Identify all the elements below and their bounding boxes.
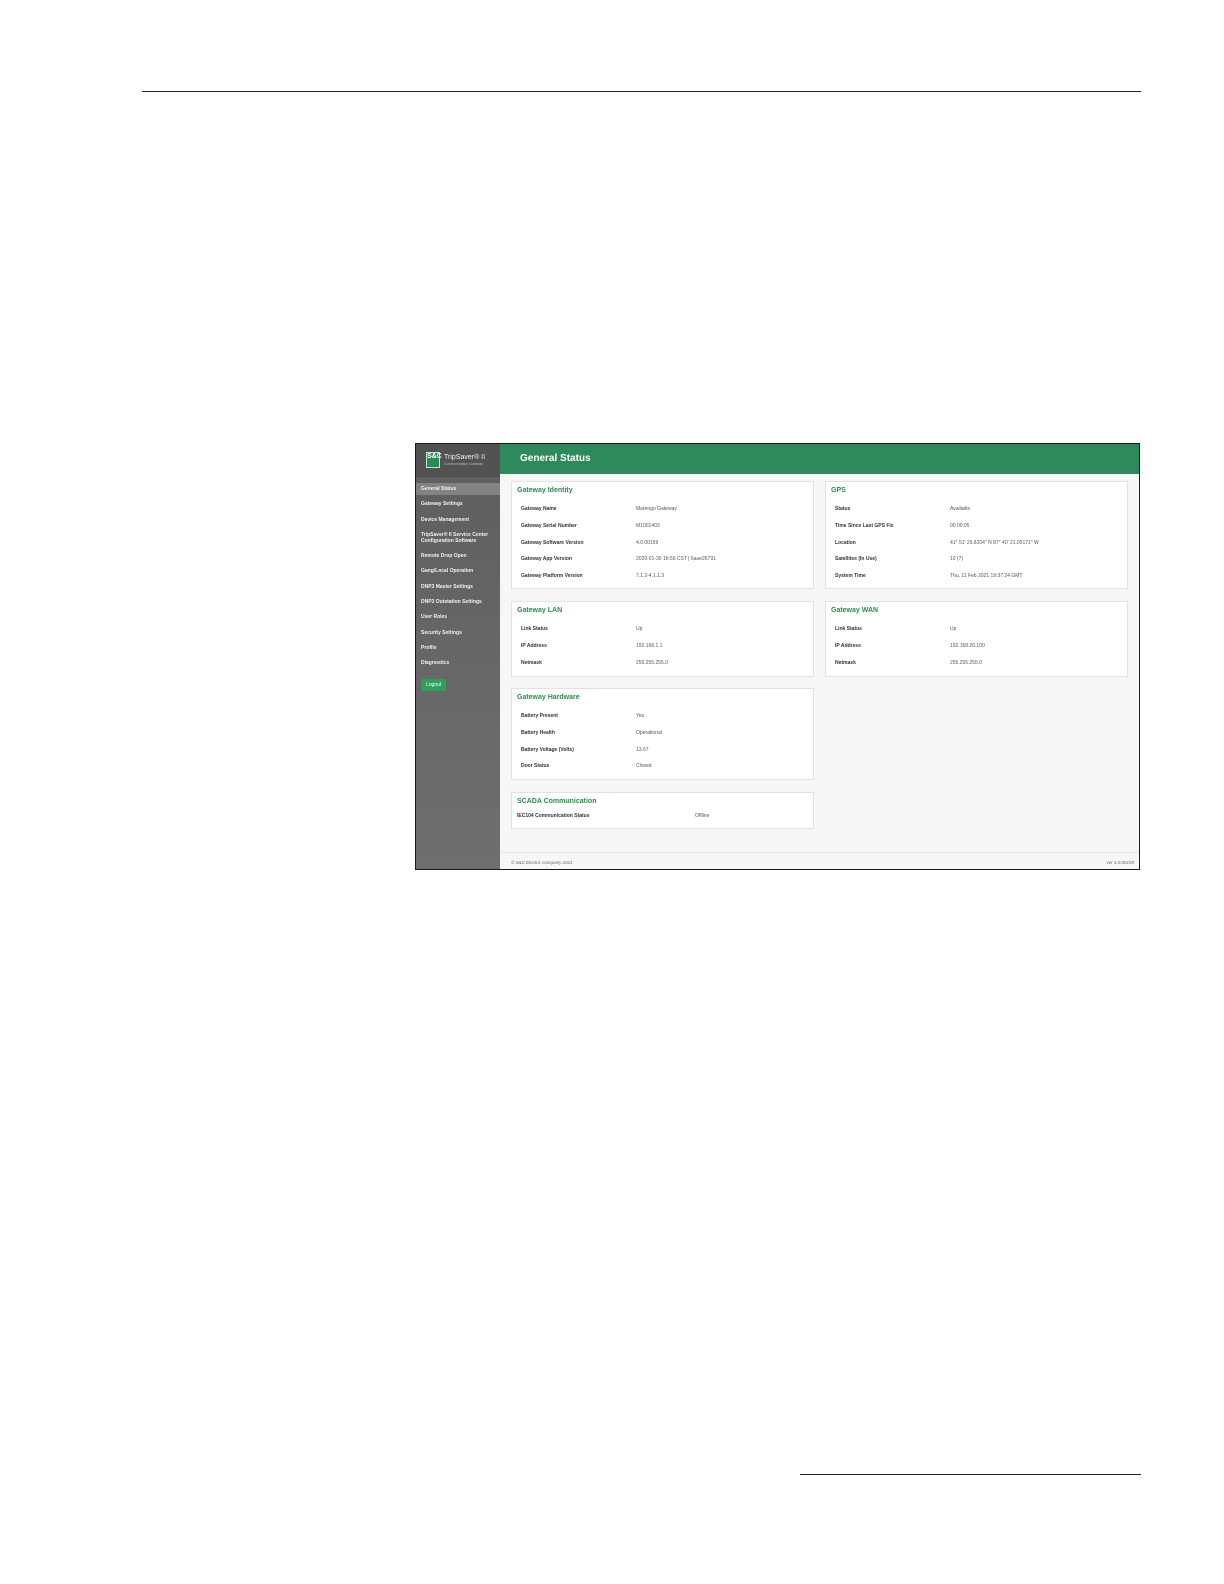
sidebar-item-dnp3-master-settings[interactable]: DNP3 Master Settings bbox=[416, 581, 500, 593]
gateway-ui-screenshot: S&C TripSaver® II Communication Gateway … bbox=[415, 443, 1140, 870]
sidebar-item-service-center-software[interactable]: TripSaver® II Service Center Configurati… bbox=[416, 529, 500, 547]
sidebar-item-user-roles[interactable]: User Roles bbox=[416, 611, 500, 623]
gateway-wan-card: Gateway WAN Link Status Up IP Address 192.… bbox=[825, 601, 1128, 677]
sidebar-item-gang-local-operation[interactable]: Gang/Local Operation bbox=[416, 565, 500, 577]
sc-logo-icon: S&C bbox=[426, 452, 442, 468]
gateway-hardware-card: Gateway Hardware Battery Present Yes Batt… bbox=[511, 688, 814, 780]
sidebar-item-device-management[interactable]: Device Management bbox=[416, 514, 500, 526]
sidebar-item-diagnostics[interactable]: Diagnostics bbox=[416, 657, 500, 669]
sidebar-item-remote-drop-open[interactable]: Remote Drop Open bbox=[416, 550, 500, 562]
gateway-lan-card: Gateway LAN Link Status Up IP Address 192.… bbox=[511, 601, 814, 677]
product-name: TripSaver® II bbox=[444, 454, 486, 461]
sidebar-item-profile[interactable]: Profile bbox=[416, 642, 500, 654]
sidebar-item-security-settings[interactable]: Security Settings bbox=[416, 627, 500, 639]
card-title: SCADA Communication bbox=[517, 798, 597, 805]
page-title: General Status bbox=[500, 444, 1139, 474]
card-title: Gateway LAN bbox=[517, 607, 563, 614]
scada-communication-card: SCADA Communication IEC104 Communication… bbox=[511, 792, 814, 829]
sidebar: S&C TripSaver® II Communication Gateway … bbox=[416, 444, 500, 869]
gateway-identity-card: Gateway Identity Gateway Name Marengo Gat… bbox=[511, 481, 814, 589]
sidebar-nav: General Status Gateway Settings Device M… bbox=[416, 483, 500, 691]
logo: S&C TripSaver® II Communication Gateway bbox=[416, 444, 500, 477]
footer-version: ver 4.0.00159 bbox=[1106, 860, 1134, 865]
product-subtitle: Communication Gateway bbox=[444, 462, 484, 466]
sidebar-item-general-status[interactable]: General Status bbox=[416, 483, 500, 495]
card-title: Gateway Identity bbox=[517, 487, 573, 494]
main-content: General Status Gateway Identity Gateway … bbox=[500, 444, 1139, 869]
footer-divider bbox=[500, 852, 1139, 853]
card-title: Gateway Hardware bbox=[517, 694, 580, 701]
page-bottom-rule bbox=[800, 1474, 1141, 1475]
card-title: GPS bbox=[831, 487, 846, 494]
sidebar-item-dnp3-outstation-settings[interactable]: DNP3 Outstation Settings bbox=[416, 596, 500, 608]
page-top-rule bbox=[142, 91, 1141, 92]
footer-copyright: © S&C Electric Company 2021 bbox=[511, 860, 573, 865]
sidebar-item-gateway-settings[interactable]: Gateway Settings bbox=[416, 498, 500, 510]
gps-card: GPS Status Available Time Since Last GPS … bbox=[825, 481, 1128, 589]
card-title: Gateway WAN bbox=[831, 607, 879, 614]
logout-button[interactable]: Logout bbox=[421, 678, 447, 691]
